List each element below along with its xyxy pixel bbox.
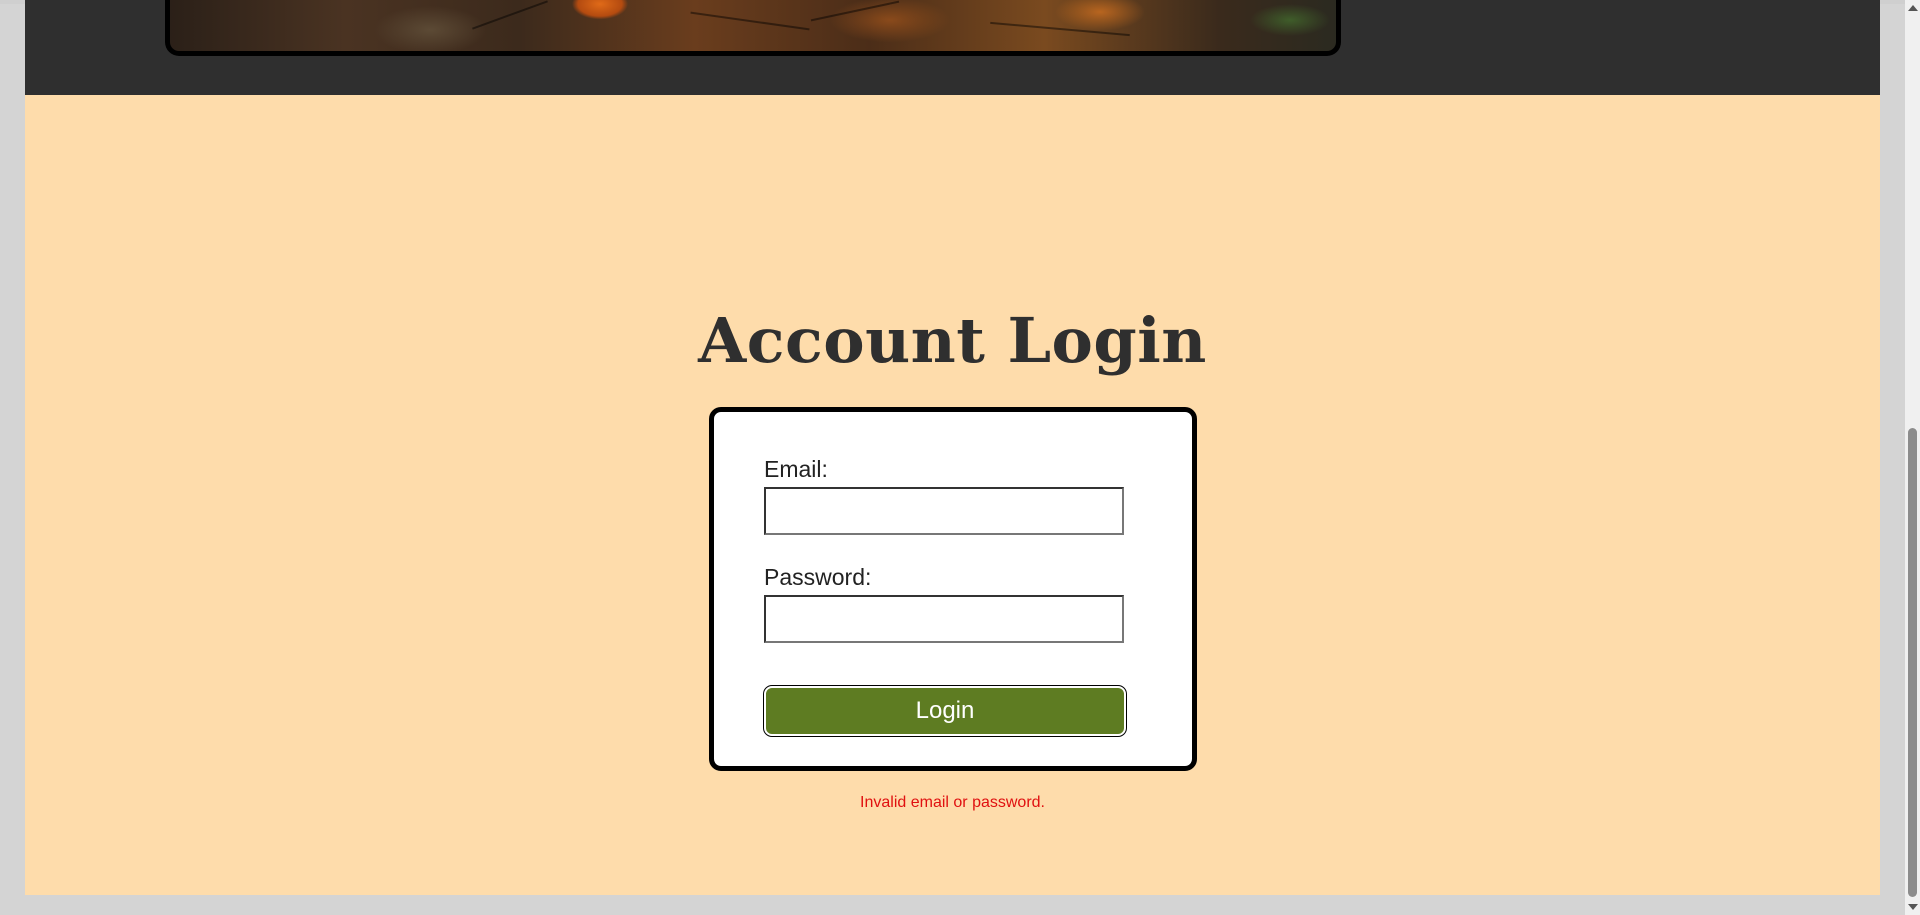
scroll-down-arrow-icon[interactable] bbox=[1908, 904, 1918, 910]
email-label: Email: bbox=[764, 456, 828, 482]
page-content: Account Login Email: Password: Login Inv… bbox=[25, 0, 1880, 895]
password-field[interactable] bbox=[764, 595, 1124, 643]
login-button[interactable]: Login bbox=[763, 685, 1127, 737]
site-header bbox=[25, 0, 1880, 95]
scroll-up-arrow-icon[interactable] bbox=[1908, 5, 1918, 11]
header-banner-image bbox=[165, 0, 1341, 56]
login-form: Email: Password: Login bbox=[709, 407, 1197, 771]
page-title: Account Login bbox=[698, 303, 1207, 377]
password-label: Password: bbox=[764, 564, 872, 590]
banner-texture bbox=[472, 0, 548, 30]
vertical-scrollbar[interactable] bbox=[1905, 0, 1920, 915]
scrollbar-thumb[interactable] bbox=[1908, 428, 1917, 897]
banner-texture bbox=[810, 0, 900, 22]
error-message: Invalid email or password. bbox=[860, 794, 1045, 811]
banner-texture bbox=[690, 11, 810, 31]
banner-texture bbox=[990, 21, 1130, 37]
email-field[interactable] bbox=[764, 487, 1124, 535]
